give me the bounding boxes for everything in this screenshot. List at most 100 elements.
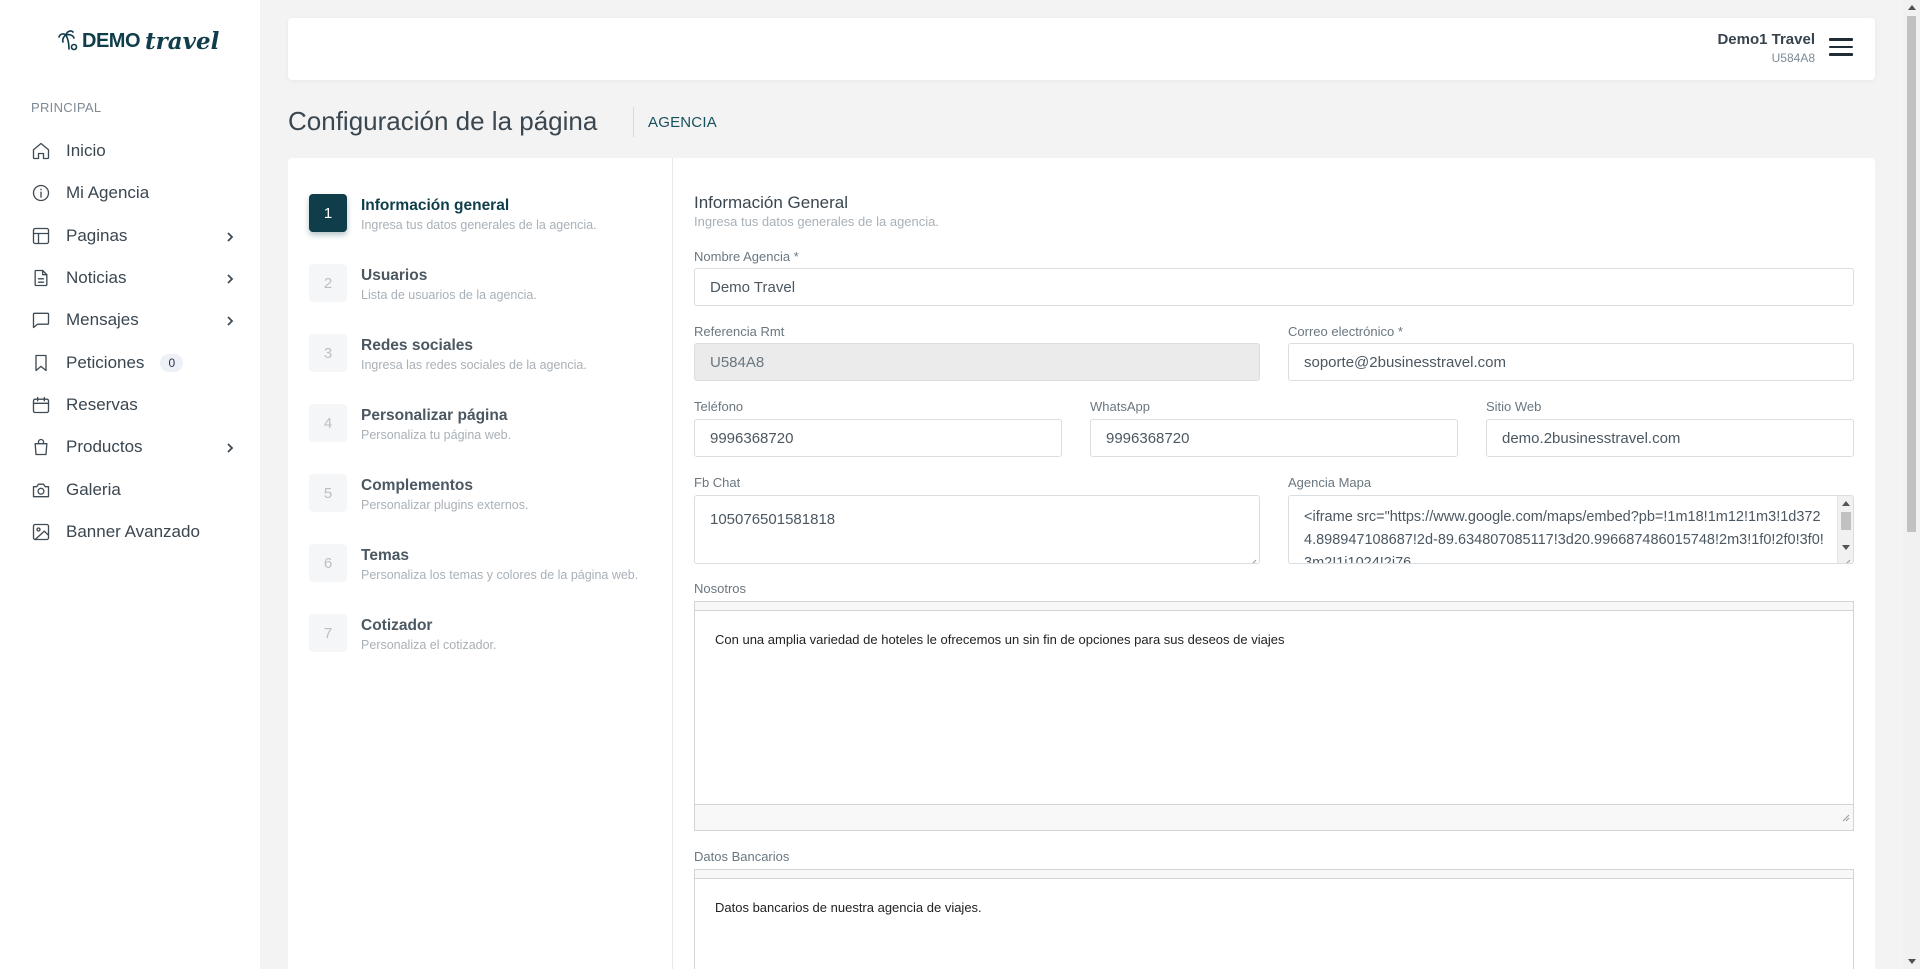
resize-grip-icon[interactable] bbox=[1841, 551, 1851, 563]
hamburger-menu-icon[interactable] bbox=[1829, 38, 1853, 58]
scroll-up-arrow-icon[interactable] bbox=[1908, 5, 1916, 10]
step-title: Usuarios bbox=[361, 267, 428, 284]
scroll-down-arrow-icon[interactable] bbox=[1908, 959, 1916, 964]
agencia-mapa-value: <iframe src="https://www.google.com/maps… bbox=[1304, 509, 1824, 564]
telefono-label: Teléfono bbox=[694, 399, 744, 414]
nombre-agencia-input[interactable]: Demo Travel bbox=[694, 268, 1854, 306]
sidebar-nav: Inicio Mi Agencia Paginas Noticias Mensa… bbox=[0, 130, 260, 553]
palm-tree-icon bbox=[58, 29, 80, 55]
info-icon bbox=[31, 183, 51, 203]
step-number: 4 bbox=[309, 404, 347, 442]
sidebar-item-label: Reservas bbox=[66, 394, 138, 414]
title-divider bbox=[633, 107, 634, 137]
sidebar-item-label: Mensajes bbox=[66, 310, 139, 330]
datos-bancarios-editor[interactable]: Datos bancarios de nuestra agencia de vi… bbox=[694, 869, 1854, 969]
brand-logo[interactable]: DEMO travel bbox=[58, 28, 219, 55]
home-icon bbox=[31, 141, 51, 161]
chevron-right-icon bbox=[224, 441, 236, 453]
sitio-web-label: Sitio Web bbox=[1486, 399, 1542, 414]
step-description: Lista de usuarios de la agencia. bbox=[361, 288, 537, 302]
sidebar-item-inicio[interactable]: Inicio bbox=[0, 130, 260, 172]
sitio-web-input[interactable]: demo.2businesstravel.com bbox=[1486, 419, 1854, 457]
referencia-rmt-input: U584A8 bbox=[694, 343, 1260, 381]
camera-icon bbox=[31, 480, 51, 500]
step-number: 7 bbox=[309, 614, 347, 652]
page-breadcrumb[interactable]: AGENCIA bbox=[648, 114, 717, 131]
sidebar-item-peticiones[interactable]: Peticiones 0 bbox=[0, 341, 260, 383]
step-title: Cotizador bbox=[361, 617, 433, 634]
sidebar-item-noticias[interactable]: Noticias bbox=[0, 257, 260, 299]
bag-icon bbox=[31, 437, 51, 457]
scrollbar-thumb[interactable] bbox=[1907, 16, 1916, 532]
resize-grip-icon[interactable] bbox=[1247, 551, 1257, 563]
step-usuarios[interactable]: 2 Usuarios Lista de usuarios de la agenci… bbox=[309, 264, 537, 314]
step-number: 1 bbox=[309, 194, 347, 232]
agencia-mapa-label: Agencia Mapa bbox=[1288, 475, 1372, 490]
whatsapp-label: WhatsApp bbox=[1090, 399, 1150, 414]
user-info[interactable]: Demo1 Travel U584A8 bbox=[1717, 31, 1815, 65]
sidebar-item-mensajes[interactable]: Mensajes bbox=[0, 299, 260, 341]
nosotros-editor[interactable]: Con una amplia variedad de hoteles le of… bbox=[694, 601, 1854, 831]
step-redes-sociales[interactable]: 3 Redes sociales Ingresa las redes social… bbox=[309, 334, 587, 384]
sidebar-item-label: Inicio bbox=[66, 141, 106, 161]
step-description: Ingresa tus datos generales de la agenci… bbox=[361, 218, 597, 232]
step-number: 3 bbox=[309, 334, 347, 372]
calendar-icon bbox=[31, 395, 51, 415]
fb-chat-label: Fb Chat bbox=[694, 475, 741, 490]
nosotros-label: Nosotros bbox=[694, 581, 747, 596]
step-title: Personalizar página bbox=[361, 407, 508, 424]
chevron-right-icon bbox=[224, 230, 236, 242]
chevron-right-icon bbox=[224, 314, 236, 326]
nosotros-content[interactable]: Con una amplia variedad de hoteles le of… bbox=[695, 611, 1853, 668]
sidebar-item-label: Productos bbox=[66, 437, 143, 457]
sidebar-item-label: Peticiones bbox=[66, 352, 145, 372]
page-scrollbar[interactable] bbox=[1903, 0, 1920, 969]
message-icon bbox=[31, 310, 51, 330]
resize-grip-icon[interactable] bbox=[1840, 809, 1850, 827]
bookmark-icon bbox=[31, 353, 51, 373]
datos-bancarios-content[interactable]: Datos bancarios de nuestra agencia de vi… bbox=[695, 879, 1853, 936]
sidebar-item-label: Noticias bbox=[66, 268, 127, 288]
step-title: Temas bbox=[361, 547, 409, 564]
logo-word-demo: DEMO bbox=[82, 30, 141, 52]
page-title: Configuración de la página bbox=[288, 106, 598, 136]
image-icon bbox=[31, 522, 51, 542]
referencia-rmt-label: Referencia Rmt bbox=[694, 324, 785, 339]
telefono-input[interactable]: 9996368720 bbox=[694, 419, 1062, 457]
sidebar-item-banner-avanzado[interactable]: Banner Avanzado bbox=[0, 511, 260, 553]
sidebar-item-label: Mi Agencia bbox=[66, 183, 150, 203]
sidebar-item-label: Galeria bbox=[66, 479, 121, 499]
step-title: Información general bbox=[361, 197, 510, 214]
step-informacion-general[interactable]: 1 Información general Ingresa tus datos g… bbox=[309, 194, 597, 244]
document-icon bbox=[31, 268, 51, 288]
form-subtitle: Ingresa tus datos generales de la agenci… bbox=[694, 214, 940, 229]
agencia-mapa-textarea[interactable]: <iframe src="https://www.google.com/maps… bbox=[1288, 495, 1854, 564]
wizard-stepper: 1 Información general Ingresa tus datos g… bbox=[288, 158, 673, 969]
step-personalizar-pagina[interactable]: 4 Personalizar página Personaliza tu pági… bbox=[309, 404, 511, 454]
sidebar: DEMO travel PRINCIPAL Inicio Mi Agencia … bbox=[0, 0, 260, 969]
nombre-agencia-label: Nombre Agencia * bbox=[694, 249, 799, 264]
editor-statusbar bbox=[695, 804, 1853, 830]
fb-chat-value: 105076501581818 bbox=[710, 511, 836, 528]
form-title: Información General bbox=[694, 193, 849, 212]
step-title: Complementos bbox=[361, 477, 473, 494]
step-cotizador[interactable]: 7 Cotizador Personaliza el cotizador. bbox=[309, 614, 497, 664]
sidebar-item-galeria[interactable]: Galeria bbox=[0, 468, 260, 510]
correo-input[interactable]: soporte@2businesstravel.com bbox=[1288, 343, 1854, 381]
step-description: Personalizar plugins externos. bbox=[361, 498, 529, 512]
top-header: Demo1 Travel U584A8 bbox=[288, 18, 1875, 80]
step-temas[interactable]: 6 Temas Personaliza los temas y colores d… bbox=[309, 544, 638, 594]
sidebar-item-reservas[interactable]: Reservas bbox=[0, 384, 260, 426]
step-number: 2 bbox=[309, 264, 347, 302]
sidebar-item-paginas[interactable]: Paginas bbox=[0, 215, 260, 257]
sidebar-item-mi-agencia[interactable]: Mi Agencia bbox=[0, 172, 260, 214]
user-name: Demo1 Travel bbox=[1717, 31, 1815, 48]
chevron-right-icon bbox=[224, 272, 236, 284]
sidebar-item-label: Banner Avanzado bbox=[66, 521, 200, 541]
step-complementos[interactable]: 5 Complementos Personalizar plugins exter… bbox=[309, 474, 528, 524]
sidebar-item-productos[interactable]: Productos bbox=[0, 426, 260, 468]
user-code: U584A8 bbox=[1771, 51, 1815, 65]
whatsapp-input[interactable]: 9996368720 bbox=[1090, 419, 1458, 457]
fb-chat-textarea[interactable]: 105076501581818 bbox=[694, 495, 1260, 564]
step-description: Personaliza tu página web. bbox=[361, 428, 512, 442]
